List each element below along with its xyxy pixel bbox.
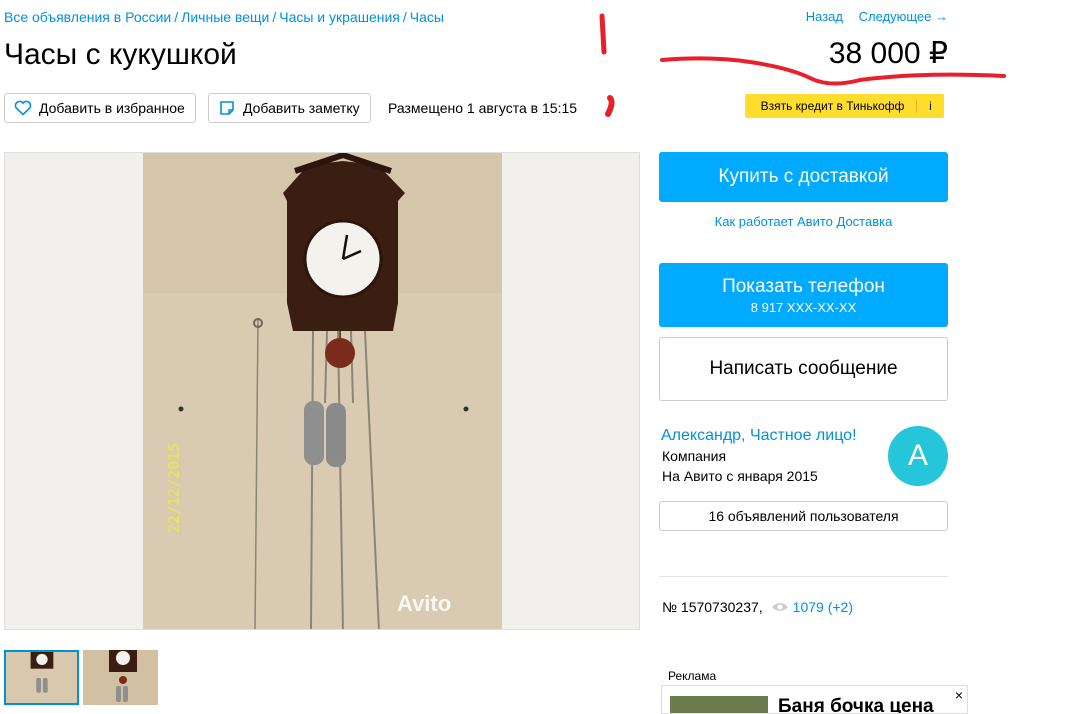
ad-title: Баня бочка цена <box>778 696 934 714</box>
heart-icon <box>13 100 33 116</box>
listing-meta: № 1570730237, 1079 (+2) <box>662 599 853 615</box>
breadcrumb: Все объявления в России / Личные вещи / Часы… <box>4 9 444 25</box>
buy-with-delivery-button[interactable]: Купить с доставкой <box>659 152 948 202</box>
add-note-label: Добавить заметку <box>243 100 360 116</box>
delivery-info-link[interactable]: Как работает Авито Доставка <box>659 214 948 229</box>
divider <box>659 576 948 577</box>
ad-banner[interactable]: Баня бочка цена × <box>661 685 968 714</box>
breadcrumb-separator: / <box>272 9 277 25</box>
breadcrumb-separator: / <box>402 9 407 25</box>
breadcrumb-item-all-russia[interactable]: Все объявления в России <box>4 9 171 25</box>
photo-thumbnail[interactable] <box>83 650 158 705</box>
seller-ads-button[interactable]: 16 объявлений пользователя <box>659 501 948 531</box>
avatar[interactable]: A <box>888 426 948 486</box>
note-icon <box>217 100 237 116</box>
breadcrumb-item-watches[interactable]: Часы <box>410 9 444 25</box>
price: 38 000 ₽ <box>828 37 948 70</box>
photo-image <box>143 153 502 629</box>
photo-thumbnail[interactable] <box>4 650 79 705</box>
add-favorite-label: Добавить в избранное <box>39 100 185 116</box>
nav-back-link[interactable]: Назад <box>806 9 843 24</box>
add-note-button[interactable]: Добавить заметку <box>208 93 371 123</box>
credit-info-button[interactable]: i <box>916 99 944 113</box>
listing-nav: Назад Следующее → <box>794 9 948 24</box>
add-favorite-button[interactable]: Добавить в избранное <box>4 93 196 123</box>
credit-label: Взять кредит в Тинькофф <box>760 99 905 113</box>
breadcrumb-item-watches-jewelry[interactable]: Часы и украшения <box>279 9 400 25</box>
eye-icon <box>771 601 789 613</box>
phone-number: 8 917 XXX-XX-XX <box>750 299 857 315</box>
view-count: 1079 (+2) <box>792 599 853 615</box>
breadcrumb-separator: / <box>174 9 179 25</box>
write-message-button[interactable]: Написать сообщение <box>659 337 948 401</box>
ad-label: Реклама <box>668 669 717 683</box>
ad-image <box>670 696 768 713</box>
seller-since: На Авито с января 2015 <box>662 468 818 484</box>
posted-date: Размещено 1 августа в 15:15 <box>388 100 578 116</box>
photo-date-stamp: 22/12/2015 <box>165 442 183 533</box>
credit-banner[interactable]: Взять кредит в Тинькофф i <box>745 94 944 118</box>
show-phone-button[interactable]: Показать телефон 8 917 XXX-XX-XX <box>659 263 948 327</box>
listing-number: № 1570730237, <box>662 599 763 615</box>
seller-type: Компания <box>662 448 727 464</box>
nav-next-link[interactable]: Следующее → <box>859 9 948 24</box>
breadcrumb-item-personal-items[interactable]: Личные вещи <box>181 9 269 25</box>
seller-name-link[interactable]: Александр, Частное лицо! <box>661 427 857 445</box>
photo-watermark: Avito <box>397 591 452 616</box>
page-title: Часы с кукушкой <box>4 38 237 71</box>
show-phone-label: Показать телефон <box>722 275 885 297</box>
main-photo[interactable]: 22/12/2015 Avito <box>4 152 640 630</box>
close-icon[interactable]: × <box>955 687 963 703</box>
